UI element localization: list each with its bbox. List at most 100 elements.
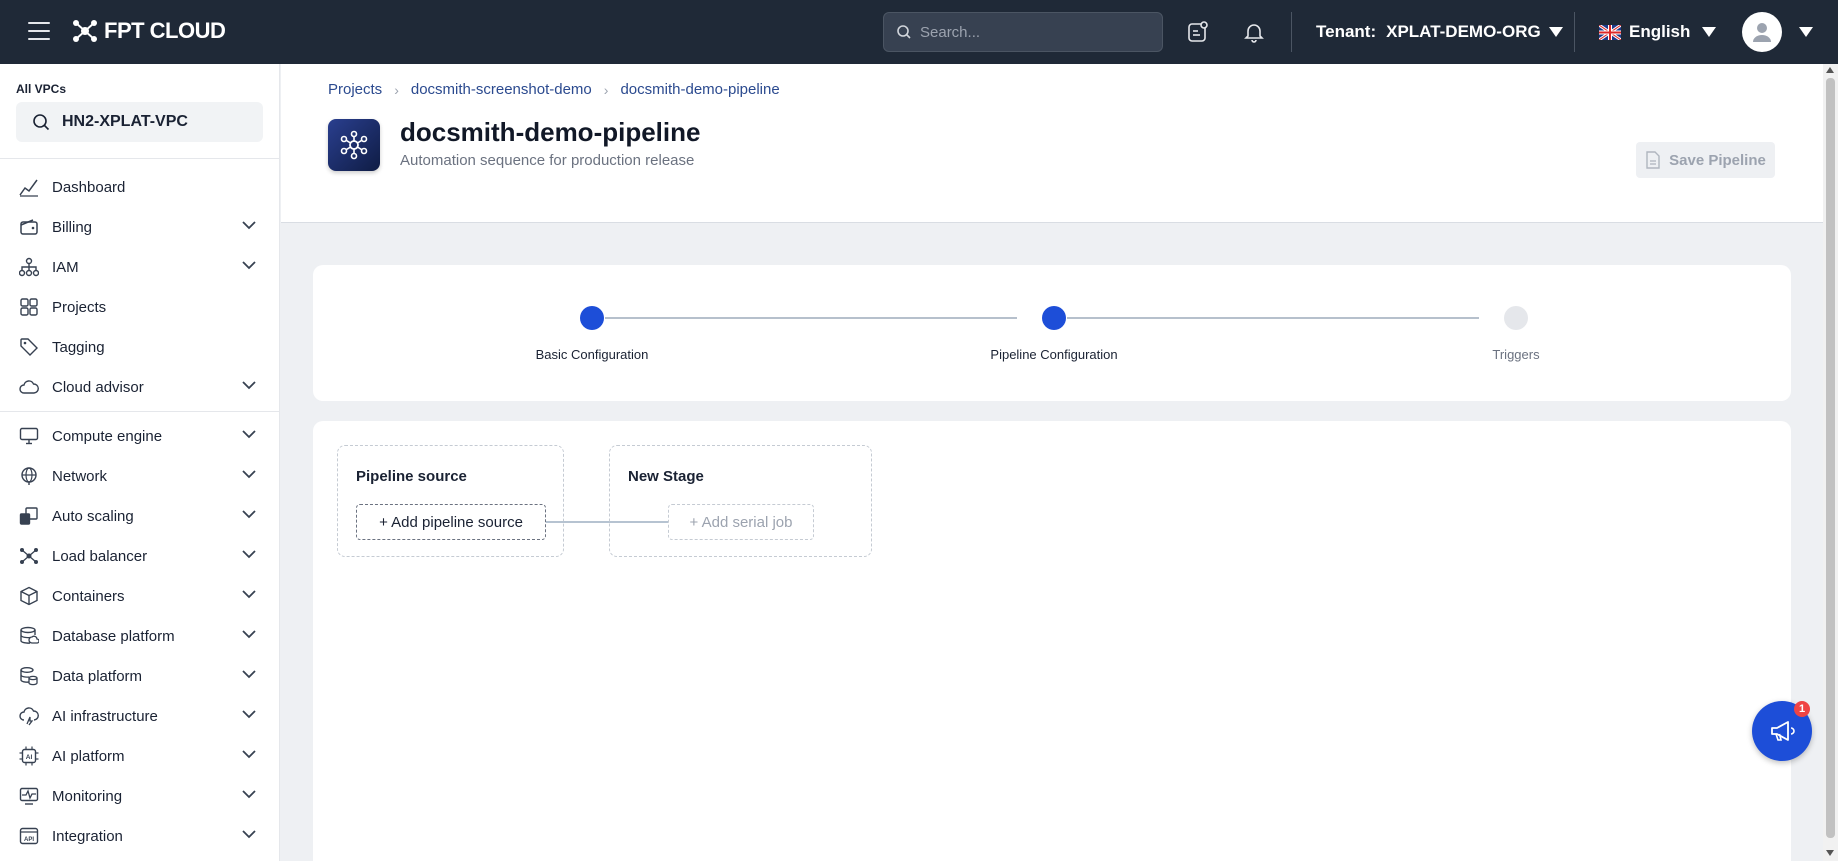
data-stack-icon [18,665,40,687]
caret-down-icon [1702,27,1717,37]
sidebar-item-label: Monitoring [52,787,123,805]
task-list-icon[interactable] [1184,18,1212,46]
step-3-label: Triggers [1492,347,1540,362]
step-2-indicator[interactable] [1042,306,1066,330]
sidebar-item-ai-infrastructure[interactable]: AI infrastructure [0,696,280,736]
chevron-down-icon [242,710,256,719]
chevron-down-icon [242,550,256,559]
tenant-selector[interactable]: Tenant: XPLAT-DEMO-ORG [1316,22,1563,42]
sidebar-item-label: AI infrastructure [52,707,158,725]
step-3-indicator[interactable] [1504,306,1528,330]
sidebar-item-data-platform[interactable]: Data platform [0,656,280,696]
pipeline-source-title: Pipeline source [356,468,467,485]
vpc-label: All VPCs [16,82,67,96]
sidebar-item-label: Cloud advisor [52,378,144,396]
avatar[interactable] [1742,12,1782,52]
ai-chip-icon: AI [18,745,40,767]
sidebar-item-tagging[interactable]: Tagging [0,327,280,367]
chevron-down-icon [242,790,256,799]
step-1-indicator[interactable] [580,306,604,330]
user-menu-caret-icon[interactable] [1799,27,1813,37]
divider [1291,12,1292,52]
add-pipeline-source-button[interactable]: + Add pipeline source [356,504,546,540]
sidebar-item-compute-engine[interactable]: Compute engine [0,416,280,456]
svg-text:AI: AI [26,754,33,761]
caret-down-icon [1548,27,1563,37]
hierarchy-icon [18,256,40,278]
page-title: docsmith-demo-pipeline [400,117,701,147]
vpc-value: HN2-XPLAT-VPC [62,113,188,130]
pulse-icon [18,785,40,807]
document-icon [1646,151,1660,169]
sidebar-item-label: Data platform [52,667,143,685]
sidebar-item-label: AI platform [52,747,125,765]
chevron-down-icon [242,830,256,839]
sidebar-item-auto-scaling[interactable]: Auto scaling [0,496,280,536]
main-content: Projects › docsmith-screenshot-demo › do… [281,64,1823,861]
sidebar-item-label: Database platform [52,627,175,645]
pipeline-source-stage: Pipeline source + Add pipeline source [337,445,564,557]
sidebar-item-ai-platform[interactable]: AI AI platform [0,736,280,776]
add-serial-job-button[interactable]: + Add serial job [668,504,814,540]
nodes-icon [18,545,40,567]
step-1-label: Basic Configuration [535,347,649,362]
breadcrumb: Projects › docsmith-screenshot-demo › do… [328,81,780,98]
language-selector[interactable]: English [1599,22,1717,42]
bell-icon[interactable] [1240,18,1268,46]
search-input[interactable] [920,23,1140,41]
scroll-down-arrow-icon[interactable] [1826,850,1834,856]
sidebar-item-network[interactable]: Network [0,456,280,496]
sidebar-item-label: Integration [52,827,123,845]
sidebar-divider [0,158,280,159]
tenant-label: Tenant: [1316,22,1377,41]
menu-icon[interactable] [28,22,50,40]
sidebar-item-label: Dashboard [52,178,126,196]
top-navigation-bar: FPT CLOUD Tenant: XPLAT-DEMO-ORG [0,0,1838,64]
breadcrumb-pipeline[interactable]: docsmith-demo-pipeline [620,81,779,98]
sidebar-item-monitoring[interactable]: Monitoring [0,776,280,816]
step-2-label: Pipeline Configuration [990,347,1118,362]
sidebar-item-iam[interactable]: IAM [0,247,280,287]
notification-badge: 1 [1794,701,1810,717]
sidebar-item-label: Compute engine [52,427,163,445]
pipeline-icon [328,119,380,171]
sidebar-item-cloud-advisor[interactable]: Cloud advisor [0,367,280,407]
logo-text: FPT CLOUD [104,18,226,43]
sidebar-item-billing[interactable]: Billing [0,207,280,247]
sidebar-item-database-platform[interactable]: Database platform [0,616,280,656]
step-connector [605,317,1017,319]
database-icon [18,625,40,647]
chevron-down-icon [242,750,256,759]
scrollbar[interactable] [1823,64,1838,861]
chevron-right-icon: › [394,81,399,98]
cloud-icon [18,376,40,398]
cube-icon [18,585,40,607]
sidebar-item-label: Load balancer [52,547,148,565]
sidebar-item-integration[interactable]: API Integration [0,816,280,856]
sidebar-item-containers[interactable]: Containers [0,576,280,616]
breadcrumb-project[interactable]: docsmith-screenshot-demo [411,81,592,98]
cloud-ai-icon [18,705,40,727]
page-subtitle: Automation sequence for production relea… [400,152,695,169]
sidebar-item-label: Tagging [52,338,105,356]
logo[interactable]: FPT CLOUD [72,18,226,44]
sidebar-item-dashboard[interactable]: Dashboard [0,167,280,207]
sidebar-item-load-balancer[interactable]: Load balancer [0,536,280,576]
search-box[interactable] [883,12,1163,52]
scroll-up-arrow-icon[interactable] [1826,67,1834,73]
chevron-down-icon [242,470,256,479]
search-icon [33,114,50,131]
chevron-right-icon: › [603,81,609,98]
vpc-selector[interactable]: HN2-XPLAT-VPC [16,102,263,142]
scroll-thumb[interactable] [1826,78,1835,838]
divider [1574,12,1575,52]
sidebar-item-label: Projects [52,298,107,316]
sidebar-item-label: Containers [52,587,125,605]
chevron-down-icon [242,590,256,599]
wallet-icon [18,216,40,238]
sidebar-item-label: IAM [52,258,79,276]
sidebar-item-label: Network [52,467,108,485]
sidebar-item-projects[interactable]: Projects [0,287,280,327]
breadcrumb-projects[interactable]: Projects [328,81,382,98]
save-pipeline-button[interactable]: Save Pipeline [1636,142,1775,178]
